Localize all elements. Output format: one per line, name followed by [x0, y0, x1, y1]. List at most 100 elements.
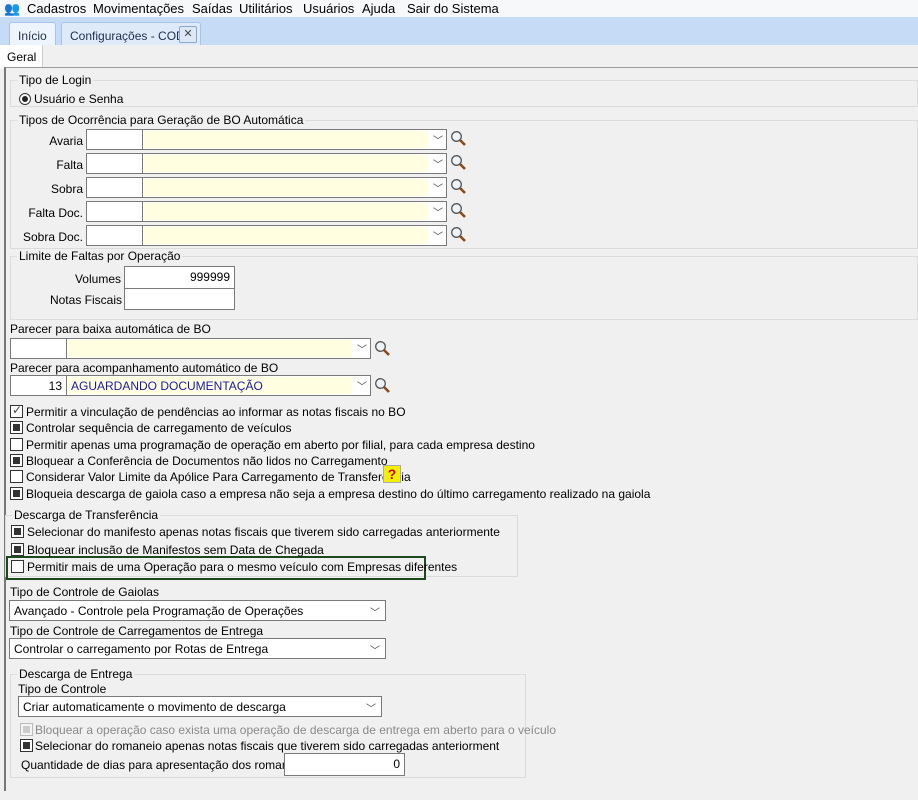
ocorrencia-combo[interactable]: ﹀ — [142, 177, 447, 198]
checkbox-label: Permitir a vinculação de pendências ao i… — [26, 405, 406, 419]
chevron-down-icon: ﹀ — [433, 184, 443, 195]
ocorrencia-label: Falta Doc. — [28, 206, 83, 220]
ocorrencia-combo[interactable]: ﹀ — [142, 201, 447, 222]
checkbox-option[interactable] — [10, 470, 23, 484]
menu-saidas[interactable]: Saídas — [192, 1, 232, 16]
search-icon[interactable] — [450, 202, 467, 219]
tab-label: Configurações - COD — [70, 29, 185, 43]
ocorrencia-combo[interactable]: ﹀ — [142, 225, 447, 246]
parecer-baixa-label: Parecer para baixa automática de BO — [10, 322, 211, 336]
menu-sair[interactable]: Sair do Sistema — [407, 1, 499, 16]
ocorrencia-combo[interactable]: ﹀ — [142, 153, 447, 174]
close-tab-icon[interactable]: ✕ — [179, 26, 197, 43]
chevron-down-icon: ﹀ — [366, 704, 376, 715]
parecer-baixa-code-input[interactable] — [10, 338, 67, 359]
chevron-down-icon: ﹀ — [433, 208, 443, 219]
menu-usuarios[interactable]: Usuários — [303, 1, 354, 16]
checkbox-label: Selecionar do romaneio apenas notas fisc… — [35, 739, 500, 753]
checkbox-bloquear-operacao[interactable] — [20, 723, 33, 736]
ocorrencia-code-input[interactable] — [86, 177, 143, 198]
combo-value: AGUARDANDO DOCUMENTAÇÃO — [68, 377, 352, 394]
ocorrencia-label: Avaria — [49, 134, 83, 148]
combo-value — [68, 340, 352, 357]
checkbox-option[interactable] — [11, 542, 24, 556]
parecer-acomp-code-input[interactable]: 13 — [10, 375, 67, 396]
chevron-down-icon: ﹀ — [433, 136, 443, 147]
tab-inicio[interactable]: Início — [9, 22, 56, 45]
tab-strip: Início Configurações - COD ✕ — [0, 17, 918, 45]
combo-value — [144, 155, 428, 172]
menu-movimentacoes[interactable]: Movimentações — [93, 1, 184, 16]
ocorrencia-label: Sobra — [50, 182, 83, 196]
checkbox-option[interactable] — [10, 403, 23, 418]
checkbox-option[interactable] — [10, 421, 23, 435]
search-icon[interactable] — [450, 154, 467, 171]
checkbox-selecionar-romaneio[interactable] — [20, 739, 33, 752]
group-title: Descarga de Transferência — [12, 508, 161, 522]
menu-utilitarios[interactable]: Utilitários — [239, 1, 292, 16]
ocorrencia-label: Falta — [56, 158, 83, 172]
select-value: Controlar o carregamento por Rotas de En… — [14, 642, 269, 656]
tab-label: Início — [18, 29, 47, 43]
group-title: Descarga de Entrega — [17, 667, 135, 681]
checkbox-option[interactable] — [11, 560, 24, 573]
chevron-down-icon: ﹀ — [357, 382, 367, 393]
parecer-baixa-combo[interactable]: ﹀ — [66, 338, 371, 359]
notas-fiscais-label: Notas Fiscais — [49, 293, 122, 307]
search-icon[interactable] — [374, 377, 391, 394]
checkbox-label: Permitir apenas uma programação de opera… — [26, 437, 535, 452]
tipo-controle-label: Tipo de Controle — [18, 682, 107, 696]
checkbox-label: Controlar sequência de carregamento de v… — [26, 421, 292, 436]
search-icon[interactable] — [450, 178, 467, 195]
volumes-input[interactable]: 999999 — [124, 266, 235, 289]
chevron-down-icon: ﹀ — [370, 608, 380, 619]
parecer-acomp-combo[interactable]: AGUARDANDO DOCUMENTAÇÃO ﹀ — [66, 375, 371, 396]
app-logo-icon: 👥 — [4, 1, 21, 16]
checkbox-label: Bloquear a operação caso exista uma oper… — [35, 723, 557, 737]
menu-bar: 👥 Cadastros Movimentações Saídas Utilitá… — [0, 0, 918, 17]
checkbox-option[interactable] — [10, 486, 23, 500]
ocorrencia-label: Sobra Doc. — [22, 230, 83, 244]
search-icon[interactable] — [374, 340, 391, 357]
ocorrencia-code-input[interactable] — [86, 201, 143, 222]
combo-value — [144, 131, 428, 148]
chevron-down-icon: ﹀ — [370, 646, 380, 657]
select-value: Avançado - Controle pela Programação de … — [14, 604, 304, 618]
group-title: Tipo de Login — [17, 73, 94, 87]
ocorrencia-code-input[interactable] — [86, 129, 143, 150]
gaiolas-label: Tipo de Controle de Gaiolas — [10, 585, 159, 599]
parecer-acomp-label: Parecer para acompanhamento automático d… — [10, 361, 279, 375]
checkbox-option[interactable] — [10, 453, 23, 467]
group-tipo-login: Tipo de Login — [10, 73, 918, 107]
group-title: Tipos de Ocorrência para Geração de BO A… — [17, 113, 306, 127]
dias-label: Quantidade de dias para apresentação dos… — [21, 758, 311, 772]
combo-value — [144, 227, 428, 244]
help-icon[interactable]: ? — [383, 465, 401, 483]
radio-usuario-senha[interactable] — [19, 93, 31, 105]
menu-cadastros[interactable]: Cadastros — [27, 1, 86, 16]
checkbox-option[interactable] — [10, 437, 23, 451]
volumes-label: Volumes — [74, 272, 121, 286]
combo-value — [144, 179, 428, 196]
carregamentos-select[interactable]: Controlar o carregamento por Rotas de En… — [9, 638, 386, 659]
tipo-controle-select[interactable]: Criar automaticamente o movimento de des… — [18, 696, 382, 717]
checkbox-label: Bloquear inclusão de Manifestos sem Data… — [27, 542, 324, 557]
select-value: Criar automaticamente o movimento de des… — [23, 700, 286, 714]
ocorrencia-code-input[interactable] — [86, 153, 143, 174]
group-title: Limite de Faltas por Operação — [17, 249, 183, 263]
chevron-down-icon: ﹀ — [433, 232, 443, 243]
carregamentos-label: Tipo de Controle de Carregamentos de Ent… — [10, 624, 264, 638]
menu-ajuda[interactable]: Ajuda — [362, 1, 395, 16]
dias-input[interactable]: 0 — [284, 753, 405, 776]
subtab-geral[interactable]: Geral — [0, 45, 43, 68]
ocorrencia-code-input[interactable] — [86, 225, 143, 246]
search-icon[interactable] — [450, 130, 467, 147]
checkbox-label: Considerar Valor Limite da Apólice Para … — [26, 470, 411, 485]
notas-fiscais-input[interactable] — [124, 288, 235, 310]
ocorrencia-combo[interactable]: ﹀ — [142, 129, 447, 150]
gaiolas-select[interactable]: Avançado - Controle pela Programação de … — [9, 600, 386, 621]
checkbox-label: Permitir mais de uma Operação para o mes… — [27, 560, 458, 574]
tab-configuracoes-cod[interactable]: Configurações - COD ✕ — [61, 22, 201, 45]
checkbox-option[interactable] — [11, 525, 24, 538]
search-icon[interactable] — [450, 226, 467, 243]
